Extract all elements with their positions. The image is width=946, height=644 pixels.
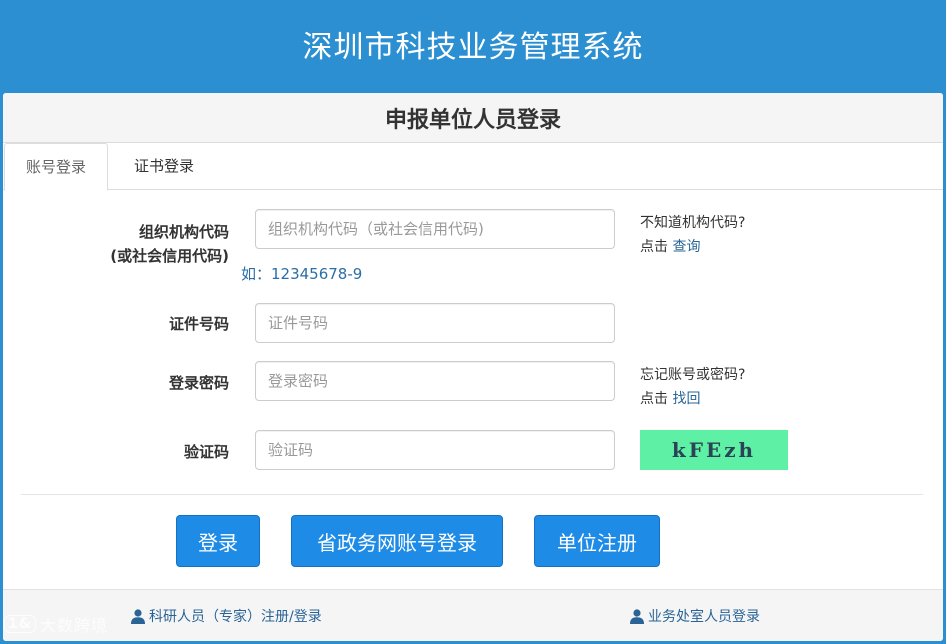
form-divider (21, 494, 923, 495)
watermark-text: 大数跨境 (39, 616, 108, 635)
id-number-label: 证件号码 (168, 315, 229, 333)
watermark-logo: 1& (4, 615, 36, 633)
captcha-input[interactable] (255, 430, 615, 470)
office-staff-login-label: 业务处室人员登录 (648, 609, 760, 625)
watermark: 1& 大数跨境 (4, 612, 108, 636)
org-code-label-line2: (或社会信用代码) (110, 247, 229, 265)
panel-footer: 科研人员（专家）注册/登录 业务处室人员登录 (3, 589, 943, 641)
org-code-question: 不知道机构代码? (640, 215, 746, 231)
org-query-link[interactable]: 查询 (672, 239, 700, 255)
org-code-label-line1: 组织机构代码 (138, 223, 229, 241)
org-code-input[interactable] (255, 209, 615, 249)
captcha-text: kFEzh (671, 438, 757, 462)
forgot-help: 忘记账号或密码? 点击 找回 (640, 363, 745, 411)
researcher-login-link[interactable]: 科研人员（专家）注册/登录 (131, 606, 322, 626)
forgot-retrieve-link[interactable]: 找回 (672, 391, 700, 407)
password-input[interactable] (255, 361, 615, 401)
tab-account-login[interactable]: 账号登录 (4, 143, 108, 191)
captcha-image[interactable]: kFEzh (640, 430, 788, 470)
top-banner: 深圳市科技业务管理系统 (0, 0, 946, 92)
system-title: 深圳市科技业务管理系统 (302, 30, 644, 65)
login-panel: 申报单位人员登录 账号登录 证书登录 组织机构代码 (或社会信用代码) 如：12… (3, 93, 943, 641)
forgot-click-text: 点击 (640, 391, 668, 407)
researcher-login-label: 科研人员（专家）注册/登录 (149, 609, 322, 625)
panel-title: 申报单位人员登录 (384, 107, 561, 133)
org-code-example: 如：12345678-9 (241, 265, 363, 283)
tab-certificate-login[interactable]: 证书登录 (111, 143, 217, 190)
user-icon (131, 608, 145, 624)
panel-header: 申报单位人员登录 (3, 93, 943, 143)
gov-account-login-button[interactable]: 省政务网账号登录 (291, 515, 503, 567)
office-staff-login-link[interactable]: 业务处室人员登录 (630, 606, 760, 626)
org-code-help: 不知道机构代码? 点击 查询 (640, 211, 745, 259)
forgot-question: 忘记账号或密码? (640, 367, 746, 383)
user-icon (630, 608, 644, 624)
org-code-label: 组织机构代码 (或社会信用代码) (29, 220, 229, 268)
password-label: 登录密码 (168, 374, 229, 392)
unit-register-button[interactable]: 单位注册 (534, 515, 660, 567)
captcha-label: 验证码 (183, 443, 229, 461)
login-tabs: 账号登录 证书登录 (3, 143, 943, 191)
login-button[interactable]: 登录 (176, 515, 260, 567)
id-number-input[interactable] (255, 303, 615, 343)
org-click-text: 点击 (640, 239, 668, 255)
